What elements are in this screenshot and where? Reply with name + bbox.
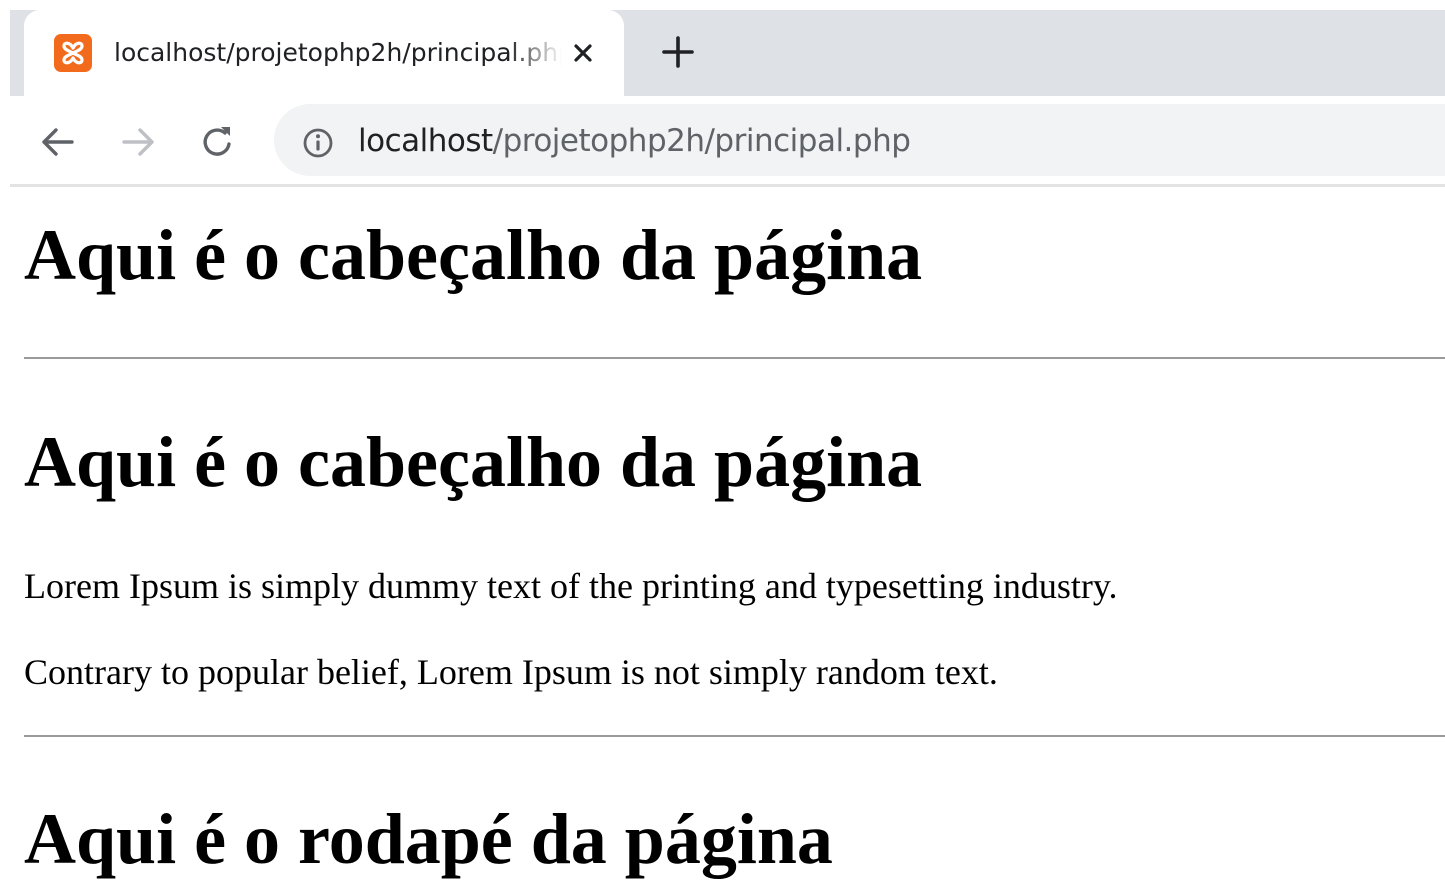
url-path: /projetophp2h/principal.php: [492, 123, 911, 159]
close-icon[interactable]: [568, 38, 598, 68]
tab-title: localhost/projetophp2h/principal.php: [114, 38, 562, 67]
footer-divider: [24, 735, 1445, 737]
address-url[interactable]: localhost/projetophp2h/principal.php: [358, 118, 911, 164]
reload-icon[interactable]: [198, 122, 238, 162]
url-host: localhost: [358, 123, 493, 159]
browser-tabstrip: localhost/projetophp2h/principal.php: [0, 0, 1445, 96]
paragraph-contrary: Contrary to popular belief, Lorem Ipsum …: [24, 652, 998, 692]
header-divider: [24, 357, 1445, 359]
xampp-icon: [54, 34, 92, 72]
browser-tab-active[interactable]: localhost/projetophp2h/principal.php: [24, 10, 624, 96]
arrow-right-icon[interactable]: [118, 122, 158, 162]
plus-icon[interactable]: [660, 34, 696, 70]
page-footer-title: Aqui é o rodapé da página: [24, 799, 833, 879]
main-title: Aqui é o cabeçalho da página: [24, 422, 923, 502]
page-header-title: Aqui é o cabeçalho da página: [24, 215, 923, 295]
page-content: Aqui é o cabeçalho da página Aqui é o ca…: [0, 187, 1445, 880]
paragraph-lorem: Lorem Ipsum is simply dummy text of the …: [24, 566, 1118, 606]
arrow-left-icon[interactable]: [38, 122, 78, 162]
info-icon[interactable]: [300, 125, 336, 161]
